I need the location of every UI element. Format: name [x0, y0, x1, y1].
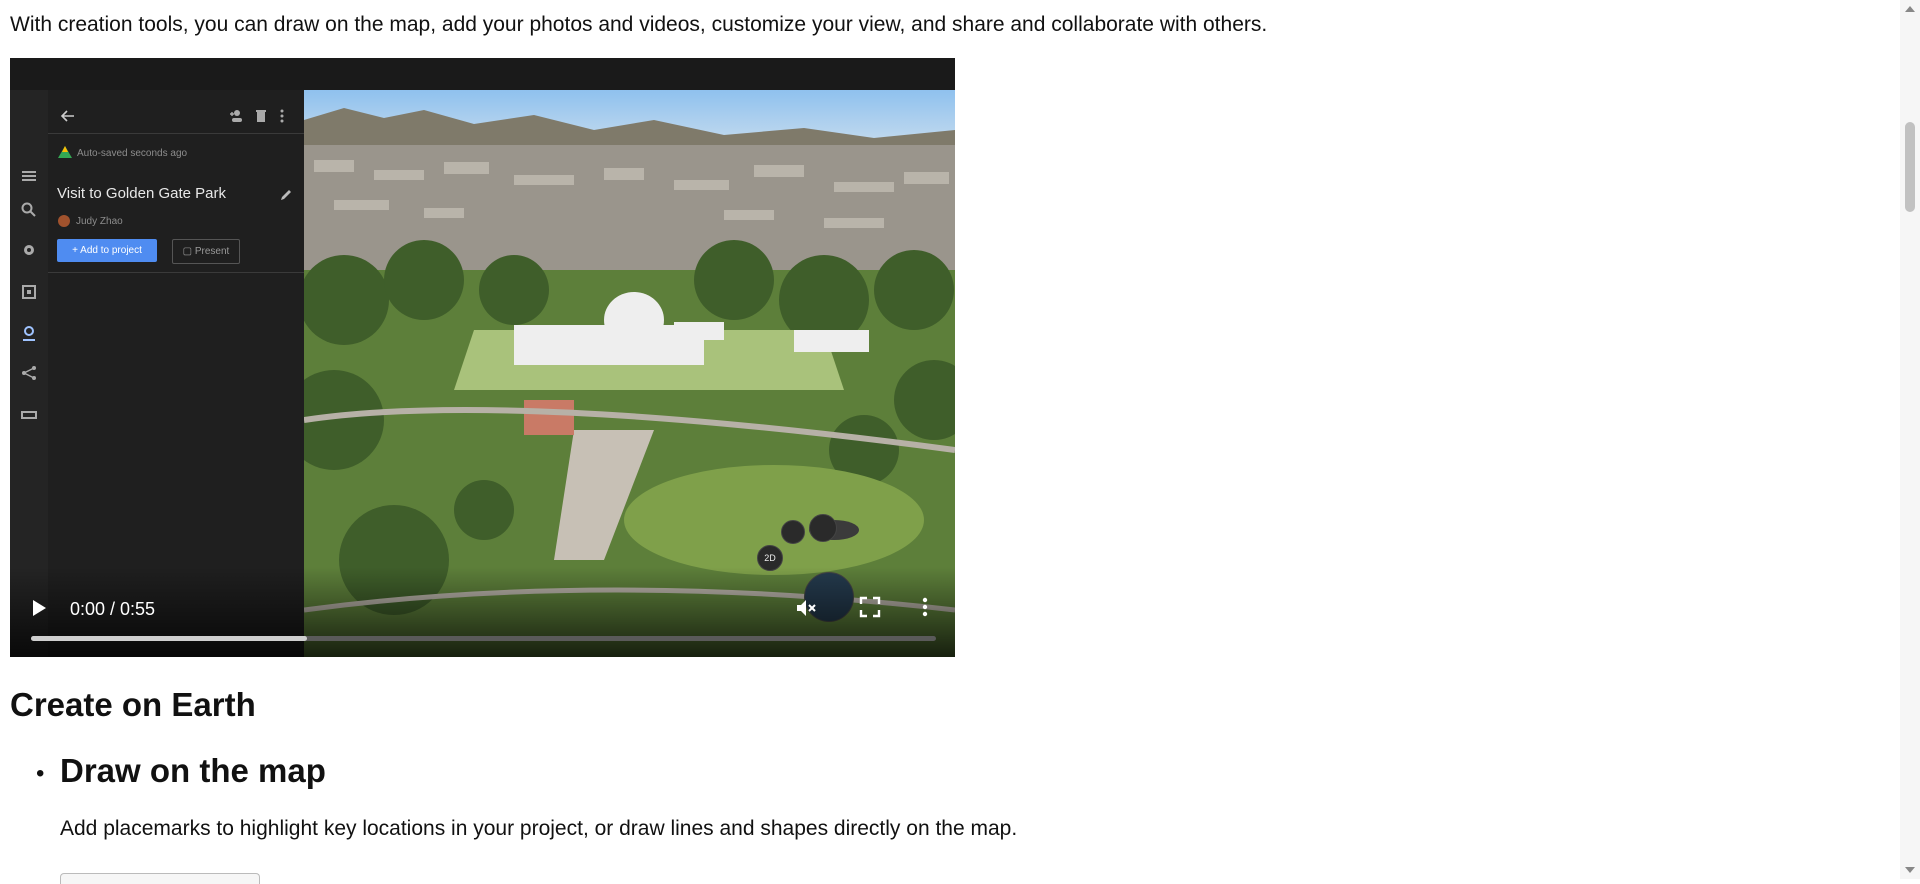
autosave-status: Auto-saved seconds ago	[77, 148, 188, 159]
item-title: Draw on the map	[60, 752, 326, 789]
edit-pencil-icon	[281, 190, 291, 200]
ruler-icon	[21, 411, 37, 419]
add-to-project-button: + Add to project	[57, 239, 157, 262]
pegman-icon	[781, 520, 805, 544]
projects-icon	[23, 326, 35, 341]
present-label: Present	[194, 246, 230, 257]
video-player[interactable]: Auto-saved seconds ago Visit to Golden G…	[10, 58, 955, 657]
project-title: Visit to Golden Gate Park	[57, 185, 226, 202]
panel-header	[48, 90, 304, 134]
more-options-icon[interactable]	[921, 596, 929, 618]
scrollbar-thumb[interactable]	[1905, 122, 1915, 212]
item-description: Add placemarks to highlight key location…	[60, 817, 1018, 840]
search-icon	[21, 202, 36, 217]
play-icon[interactable]	[30, 598, 48, 618]
drive-icon	[58, 146, 72, 158]
scroll-down-arrow-icon[interactable]	[1904, 864, 1916, 876]
seek-bar[interactable]	[31, 636, 936, 641]
layers-icon	[22, 285, 36, 299]
time-display: 0:00 / 0:55	[70, 599, 156, 619]
add-to-project-label: Add to project	[80, 245, 142, 256]
list-bullet: •	[36, 760, 45, 787]
page-scrollbar[interactable]	[1900, 0, 1920, 879]
avatar	[58, 215, 70, 227]
fullscreen-icon[interactable]	[859, 596, 881, 618]
scroll-up-arrow-icon[interactable]	[1904, 3, 1916, 15]
buffered-progress	[31, 636, 308, 641]
settings-icon	[24, 245, 34, 255]
author-name: Judy Zhao	[76, 216, 123, 227]
intro-paragraph: With creation tools, you can draw on the…	[10, 13, 1268, 36]
locate-icon	[809, 514, 837, 542]
present-button: ▢ Present	[172, 239, 240, 264]
video-top-bar	[10, 58, 955, 90]
section-heading: Create on Earth	[10, 686, 256, 723]
volume-muted-icon[interactable]	[794, 596, 818, 620]
menu-icon	[22, 171, 36, 181]
share-icon	[22, 366, 36, 380]
video-controls: 0:00 / 0:55	[10, 567, 955, 657]
panel-divider	[48, 272, 304, 273]
